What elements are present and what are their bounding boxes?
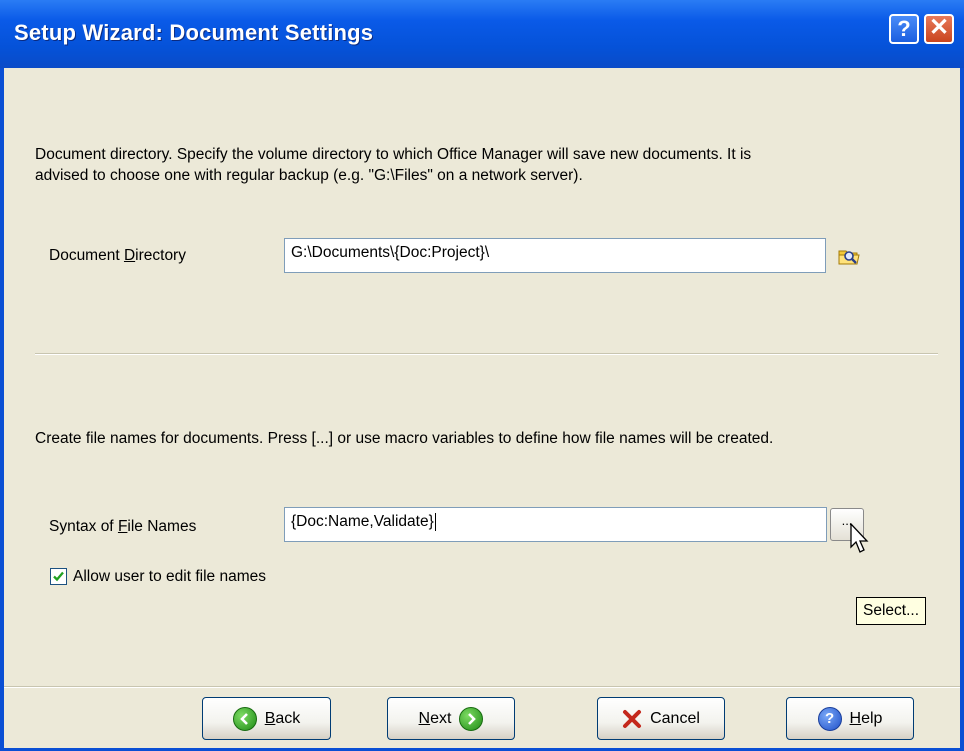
checkmark-icon <box>53 571 64 582</box>
cancel-x-icon <box>622 709 642 729</box>
select-tooltip: Select... <box>856 597 926 625</box>
allow-edit-checkbox[interactable] <box>50 568 67 585</box>
help-label: Help <box>849 709 883 727</box>
cancel-button[interactable]: Cancel <box>597 697 725 740</box>
cancel-label: Cancel <box>650 709 700 727</box>
text-caret <box>434 513 436 531</box>
document-description-line1: Document directory. Specify the volume d… <box>35 146 752 163</box>
section-separator <box>35 353 938 355</box>
back-arrow-icon <box>232 706 257 731</box>
question-icon: ? <box>897 16 911 41</box>
title-close-button[interactable]: ✕ <box>924 14 954 44</box>
setup-wizard-window: Setup Wizard: Document Settings ? ✕ Docu… <box>0 0 964 751</box>
document-description-line2: advised to choose one with regular backu… <box>35 167 583 184</box>
document-directory-label: Document Directory <box>49 247 186 264</box>
next-label: Next <box>418 709 452 727</box>
mouse-cursor-icon <box>850 522 872 555</box>
help-icon: ? <box>817 706 842 731</box>
window-title: Setup Wizard: Document Settings <box>14 20 374 45</box>
document-directory-input[interactable]: G:\Documents\{Doc:Project}\ <box>284 238 826 273</box>
next-button[interactable]: Next <box>387 697 515 740</box>
close-icon: ✕ <box>928 14 950 41</box>
filenames-description: Create file names for documents. Press [… <box>35 430 774 447</box>
back-label: Back <box>264 709 301 727</box>
folder-search-icon[interactable] <box>838 246 860 266</box>
back-button[interactable]: Back <box>202 697 331 740</box>
footer-separator <box>4 686 960 688</box>
allow-edit-label[interactable]: Allow user to edit file names <box>73 568 266 586</box>
syntax-file-names-input[interactable]: {Doc:Name,Validate} <box>284 507 827 542</box>
title-help-button[interactable]: ? <box>889 14 919 44</box>
syntax-file-names-label: Syntax of File Names <box>49 518 197 535</box>
wizard-client-area: Document directory. Specify the volume d… <box>4 68 960 748</box>
title-bar[interactable]: Setup Wizard: Document Settings ? ✕ <box>0 0 964 68</box>
help-button[interactable]: ? Help <box>786 697 914 740</box>
next-arrow-icon <box>459 706 484 731</box>
